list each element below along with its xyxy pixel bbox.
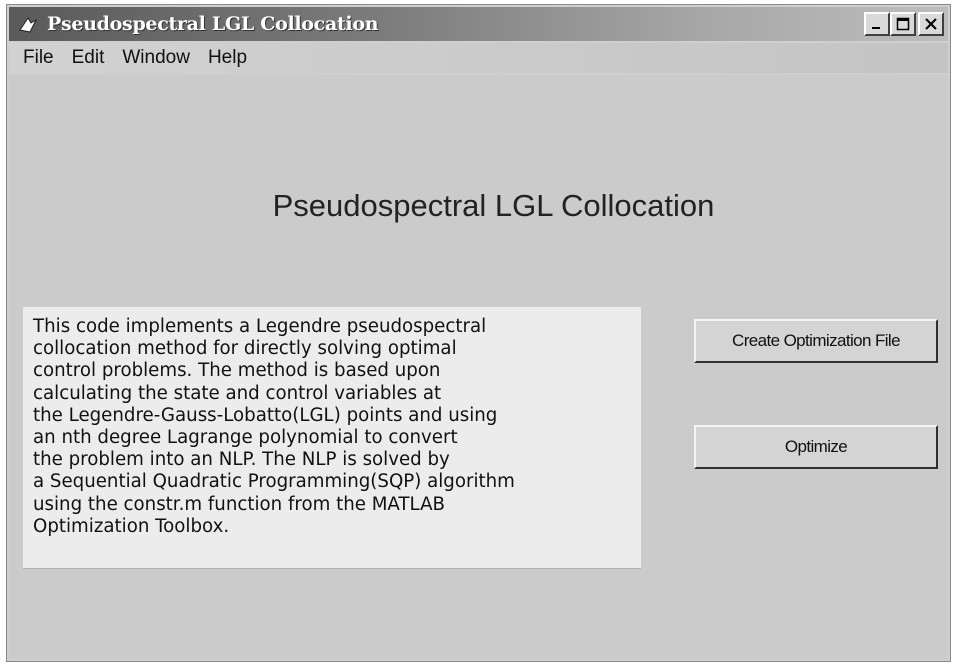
description-line: control problems. The method is based up… (33, 360, 441, 382)
title-bar[interactable]: Pseudospectral LGL Collocation (9, 7, 948, 41)
description-line: the Legendre-Gauss-Lobatto(LGL) points a… (33, 404, 498, 426)
menu-bar: File Edit Window Help (9, 43, 948, 73)
description-line: calculating the state and control variab… (33, 382, 442, 404)
minimize-button[interactable] (864, 12, 890, 36)
menu-help[interactable]: Help (206, 45, 249, 71)
close-button[interactable] (918, 12, 944, 36)
window-title: Pseudospectral LGL Collocation (47, 13, 379, 35)
app-icon (17, 13, 39, 35)
app-window: Pseudospectral LGL Collocation File Edit… (6, 4, 951, 662)
close-icon (925, 18, 937, 30)
optimize-button[interactable]: Optimize (694, 425, 938, 469)
page-title: Pseudospectral LGL Collocation (272, 188, 715, 223)
window-controls (864, 12, 944, 36)
maximize-icon (896, 17, 910, 31)
description-line: This code implements a Legendre pseudosp… (33, 316, 487, 337)
description-line: using the constr.m function from the MAT… (33, 493, 445, 515)
description-line: collocation method for directly solving … (33, 338, 457, 360)
minimize-icon (872, 27, 880, 29)
description-line: an nth degree Lagrange polynomial to con… (33, 427, 458, 449)
figure-area: Pseudospectral LGL Collocation This code… (9, 75, 948, 659)
description-text-box: This code implements a Legendre pseudosp… (23, 307, 641, 569)
menu-edit[interactable]: Edit (70, 45, 107, 71)
description-line: a Sequential Quadratic Programming(SQP) … (33, 471, 515, 493)
description-line: Optimization Toolbox. (33, 515, 230, 537)
create-optimization-file-button[interactable]: Create Optimization File (694, 319, 938, 363)
menu-file[interactable]: File (21, 45, 56, 71)
maximize-button[interactable] (890, 12, 916, 36)
menu-window[interactable]: Window (120, 45, 192, 71)
description-line: the problem into an NLP. The NLP is solv… (33, 449, 450, 471)
